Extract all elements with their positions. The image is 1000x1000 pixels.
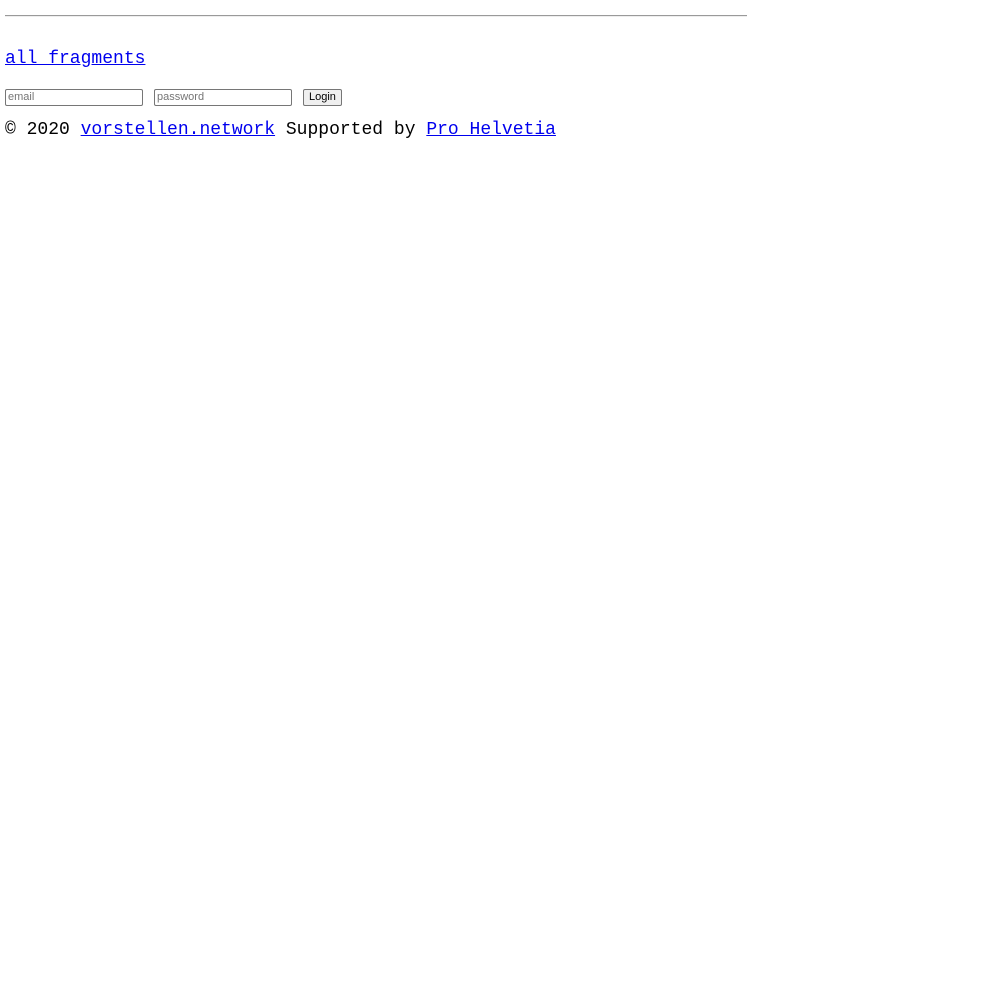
password-input[interactable] [154,88,292,106]
copyright-text: © 2020 [5,120,70,140]
vorstellen-network-link[interactable]: vorstellen.network [81,120,275,140]
email-input[interactable] [5,88,143,106]
footer: © 2020 vorstellen.network Supported by P… [5,119,556,141]
supported-by-text: Supported by [285,120,416,140]
login-form: Login [5,88,342,106]
all-fragments-link[interactable]: all fragments [5,48,145,70]
top-divider [5,15,747,17]
pro-helvetia-link[interactable]: Pro Helvetia [426,120,556,140]
login-button[interactable]: Login [303,88,342,106]
